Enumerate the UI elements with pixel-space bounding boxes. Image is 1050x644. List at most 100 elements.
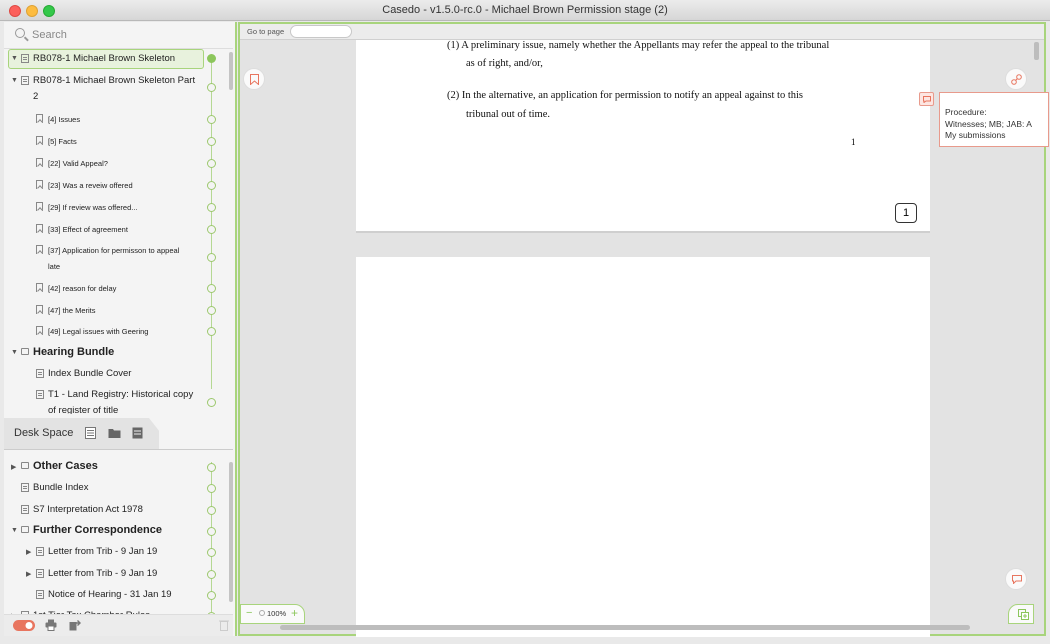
tree-item[interactable]: ▶ Letter from Trib - 9 Jan 19 [4, 542, 226, 562]
bookmark-label: [22] Valid Appeal? [48, 159, 108, 168]
expand-caret-icon[interactable]: ▼ [11, 77, 18, 84]
timeline-dot[interactable] [207, 327, 216, 336]
folder-icon [21, 462, 29, 469]
tree-item-label: RB078-1 Michael Brown Skeleton [33, 53, 176, 64]
search-input[interactable] [32, 26, 222, 44]
bookmark-label: [33] Effect of agreement [48, 225, 128, 234]
note-line: Witnesses; MB; JAB: A [945, 118, 1032, 129]
bookmark-item[interactable]: [22] Valid Appeal? [4, 153, 226, 173]
bookmark-item[interactable]: [29] If review was offered... [4, 197, 226, 217]
document-icon [36, 569, 44, 578]
expand-caret-icon[interactable]: ▶ [11, 463, 16, 471]
bookmark-icon [36, 202, 43, 211]
bookmark-item[interactable]: [5] Facts [4, 131, 226, 151]
tree-item[interactable]: Bundle Index [4, 478, 226, 498]
bookmark-item[interactable]: [23] Was a reveiw offered [4, 175, 226, 195]
bookmark-item[interactable]: [33] Effect of agreement [4, 219, 226, 239]
tree-item-label: Letter from Trib - 9 Jan 19 [48, 546, 158, 557]
timeline-dot[interactable] [207, 159, 216, 168]
note-marker[interactable] [919, 92, 934, 106]
document-icon[interactable] [132, 427, 143, 439]
pdf-page: (1) A preliminary issue, namely whether … [356, 40, 930, 233]
timeline-dot[interactable] [207, 548, 216, 557]
timeline-dot[interactable] [207, 591, 216, 600]
tree-scrollbar[interactable] [229, 52, 233, 90]
export-icon[interactable] [69, 619, 81, 631]
timeline-dot[interactable] [207, 54, 216, 63]
timeline-dot[interactable] [207, 115, 216, 124]
tree-item[interactable]: ▼ RB078-1 Michael Brown Skeleton Part 2 [4, 71, 226, 107]
note-line: Procedure: [945, 107, 987, 117]
timeline-dot[interactable] [207, 463, 216, 472]
tree-item[interactable]: ▼ RB078-1 Michael Brown Skeleton [4, 49, 226, 70]
bookmark-label: [23] Was a reveiw offered [48, 181, 133, 190]
zoom-out-button[interactable]: − [246, 607, 252, 619]
link-icon [1011, 74, 1022, 85]
bookmark-item[interactable]: [49] Legal issues with Geering [4, 321, 226, 341]
add-note-button[interactable] [1005, 568, 1027, 590]
expand-caret-icon[interactable]: ▶ [26, 548, 31, 556]
bookmark-item[interactable]: [4] Issues [4, 109, 226, 129]
print-icon[interactable] [45, 619, 57, 631]
timeline-dot[interactable] [207, 83, 216, 92]
timeline-dot[interactable] [207, 484, 216, 493]
link-button[interactable] [1005, 68, 1027, 90]
trash-icon[interactable] [219, 619, 229, 631]
tree-item[interactable]: T1 - Land Registry: Historical copy of r… [4, 385, 226, 414]
vertical-scrollbar[interactable] [1034, 42, 1039, 60]
folder-icon[interactable] [108, 427, 121, 439]
tree-item[interactable]: S7 Interpretation Act 1978 [4, 500, 226, 520]
bookmark-item[interactable]: [42] reason for delay [4, 278, 226, 298]
desk-scrollbar[interactable] [229, 462, 233, 602]
page-number-badge: 1 [895, 203, 917, 223]
expand-caret-icon[interactable]: ▼ [11, 527, 18, 534]
tree-folder[interactable]: ▼ Hearing Bundle [4, 342, 226, 364]
timeline-dot[interactable] [207, 506, 216, 515]
zoom-in-button[interactable]: + [291, 606, 298, 620]
bookmark-item[interactable]: [37] Application for permisson to appeal… [4, 240, 226, 274]
timeline-dot[interactable] [207, 306, 216, 315]
tree-folder[interactable]: ▼ Further Correspondence [4, 520, 226, 542]
document-icon [36, 590, 44, 599]
add-bookmark-button[interactable] [243, 68, 265, 90]
note-popup[interactable]: Procedure: Witnesses; MB; JAB: A My subm… [939, 92, 1049, 147]
document-icon [36, 547, 44, 556]
timeline-dot[interactable] [207, 181, 216, 190]
bookmark-item[interactable]: [47] the Merits [4, 300, 226, 320]
bookmark-icon [36, 136, 43, 145]
page-text-line: (1) A preliminary issue, namely whether … [447, 40, 830, 51]
timeline-dot[interactable] [207, 570, 216, 579]
thumbnail-toggle-button[interactable] [1008, 604, 1034, 624]
go-to-page-input[interactable] [290, 25, 352, 38]
bookmark-label: [37] Application for permisson to appeal [48, 246, 180, 255]
bookmark-icon [36, 180, 43, 189]
list-view-icon[interactable] [85, 427, 96, 439]
toggle-switch[interactable] [13, 620, 35, 631]
document-icon [21, 76, 29, 85]
timeline-dot[interactable] [207, 137, 216, 146]
expand-caret-icon[interactable]: ▼ [11, 55, 18, 62]
tree-item-label: Letter from Trib - 9 Jan 19 [48, 568, 158, 579]
timeline-dot[interactable] [207, 398, 216, 407]
tree-folder[interactable]: ▶ Other Cases [4, 456, 226, 478]
bookmark-label-cont: late [48, 262, 61, 271]
document-icon [21, 54, 29, 63]
timeline-dot[interactable] [207, 253, 216, 262]
tree-item[interactable]: ▶ Letter from Trib - 9 Jan 19 [4, 564, 226, 584]
timeline-dot[interactable] [207, 225, 216, 234]
tree-item[interactable]: Notice of Hearing - 31 Jan 19 [4, 585, 226, 605]
expand-caret-icon[interactable]: ▶ [26, 570, 31, 578]
bundle-tree: ▼ RB078-1 Michael Brown Skeleton ▼ RB078… [4, 49, 226, 414]
horizontal-scrollbar[interactable] [280, 625, 970, 630]
timeline-dot[interactable] [207, 203, 216, 212]
zoom-control: − 100% + [240, 604, 305, 624]
desk-space-label: Desk Space [14, 427, 74, 439]
page-text-line: as of right, and/or, [466, 58, 543, 69]
bookmark-icon [36, 283, 43, 292]
document-icon [36, 369, 44, 378]
bookmark-label: [5] Facts [48, 137, 77, 146]
timeline-dot[interactable] [207, 284, 216, 293]
tree-item[interactable]: Index Bundle Cover [4, 364, 226, 384]
expand-caret-icon[interactable]: ▼ [11, 349, 18, 356]
timeline-dot[interactable] [207, 527, 216, 536]
